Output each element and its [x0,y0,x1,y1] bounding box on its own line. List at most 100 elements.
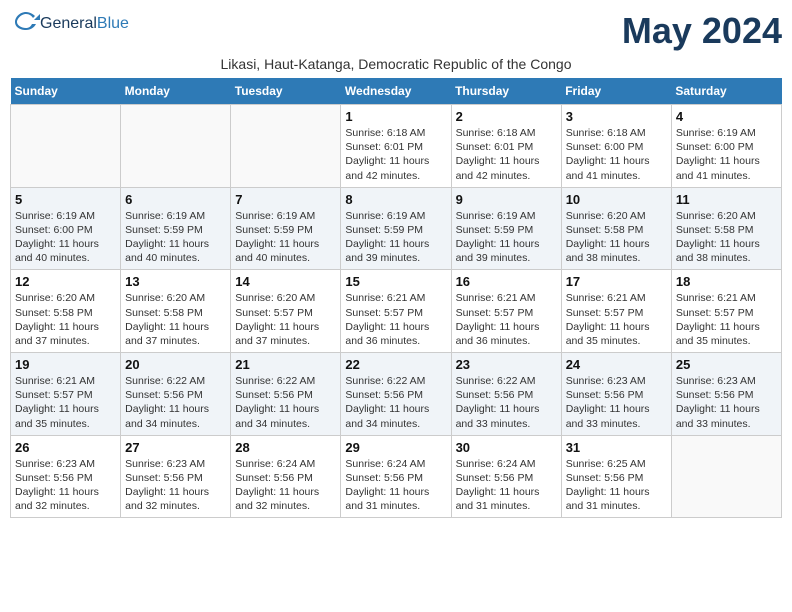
day-number: 24 [566,357,667,372]
header-row: SundayMondayTuesdayWednesdayThursdayFrid… [11,78,782,105]
day-info: Sunrise: 6:23 AM Sunset: 5:56 PM Dayligh… [15,457,116,514]
header: GeneralBlue May 2024 [10,10,782,52]
calendar-cell: 2 Sunrise: 6:18 AM Sunset: 6:01 PM Daylig… [451,105,561,188]
calendar-cell: 18 Sunrise: 6:21 AM Sunset: 5:57 PM Dayli… [671,270,781,353]
day-info: Sunrise: 6:24 AM Sunset: 5:56 PM Dayligh… [235,457,336,514]
day-number: 27 [125,440,226,455]
calendar-cell: 14 Sunrise: 6:20 AM Sunset: 5:57 PM Dayli… [231,270,341,353]
day-number: 21 [235,357,336,372]
day-info: Sunrise: 6:21 AM Sunset: 5:57 PM Dayligh… [456,291,557,348]
calendar-cell: 16 Sunrise: 6:21 AM Sunset: 5:57 PM Dayli… [451,270,561,353]
calendar-cell: 20 Sunrise: 6:22 AM Sunset: 5:56 PM Dayli… [121,353,231,436]
day-number: 6 [125,192,226,207]
day-info: Sunrise: 6:20 AM Sunset: 5:58 PM Dayligh… [125,291,226,348]
day-number: 17 [566,274,667,289]
day-info: Sunrise: 6:20 AM Sunset: 5:58 PM Dayligh… [676,209,777,266]
header-cell-sunday: Sunday [11,78,121,105]
calendar-cell: 6 Sunrise: 6:19 AM Sunset: 5:59 PM Daylig… [121,187,231,270]
day-number: 8 [345,192,446,207]
day-number: 23 [456,357,557,372]
logo-text: GeneralBlue [40,15,129,33]
day-info: Sunrise: 6:20 AM Sunset: 5:57 PM Dayligh… [235,291,336,348]
day-info: Sunrise: 6:24 AM Sunset: 5:56 PM Dayligh… [345,457,446,514]
calendar-cell: 1Sunrise: 6:18 AM Sunset: 6:01 PM Daylig… [341,105,451,188]
day-number: 28 [235,440,336,455]
calendar-cell [11,105,121,188]
calendar-cell: 7 Sunrise: 6:19 AM Sunset: 5:59 PM Daylig… [231,187,341,270]
week-row-2: 5 Sunrise: 6:19 AM Sunset: 6:00 PM Daylig… [11,187,782,270]
header-cell-saturday: Saturday [671,78,781,105]
week-row-3: 12 Sunrise: 6:20 AM Sunset: 5:58 PM Dayli… [11,270,782,353]
day-number: 30 [456,440,557,455]
calendar-cell: 27 Sunrise: 6:23 AM Sunset: 5:56 PM Dayli… [121,435,231,518]
calendar-cell [231,105,341,188]
day-info: Sunrise: 6:19 AM Sunset: 5:59 PM Dayligh… [235,209,336,266]
day-number: 18 [676,274,777,289]
calendar-cell [671,435,781,518]
day-info: Sunrise: 6:22 AM Sunset: 5:56 PM Dayligh… [345,374,446,431]
day-info: Sunrise: 6:19 AM Sunset: 5:59 PM Dayligh… [125,209,226,266]
day-number: 11 [676,192,777,207]
day-info: Sunrise: 6:21 AM Sunset: 5:57 PM Dayligh… [566,291,667,348]
day-number: 20 [125,357,226,372]
calendar-cell: 23Sunrise: 6:22 AM Sunset: 5:56 PM Dayli… [451,353,561,436]
day-number: 2 [456,109,557,124]
day-info: Sunrise: 6:20 AM Sunset: 5:58 PM Dayligh… [566,209,667,266]
day-info: Sunrise: 6:25 AM Sunset: 5:56 PM Dayligh… [566,457,667,514]
title-area: May 2024 [622,10,782,52]
day-info: Sunrise: 6:18 AM Sunset: 6:01 PM Dayligh… [345,126,446,183]
week-row-5: 26 Sunrise: 6:23 AM Sunset: 5:56 PM Dayli… [11,435,782,518]
header-cell-tuesday: Tuesday [231,78,341,105]
day-number: 14 [235,274,336,289]
day-info: Sunrise: 6:21 AM Sunset: 5:57 PM Dayligh… [676,291,777,348]
logo: GeneralBlue [10,10,129,37]
day-number: 5 [15,192,116,207]
day-number: 26 [15,440,116,455]
logo-icon [12,10,40,32]
header-cell-wednesday: Wednesday [341,78,451,105]
day-info: Sunrise: 6:19 AM Sunset: 6:00 PM Dayligh… [676,126,777,183]
calendar-cell: 13 Sunrise: 6:20 AM Sunset: 5:58 PM Dayli… [121,270,231,353]
calendar-cell: 8 Sunrise: 6:19 AM Sunset: 5:59 PM Daylig… [341,187,451,270]
calendar-cell: 26 Sunrise: 6:23 AM Sunset: 5:56 PM Dayli… [11,435,121,518]
day-info: Sunrise: 6:20 AM Sunset: 5:58 PM Dayligh… [15,291,116,348]
day-info: Sunrise: 6:23 AM Sunset: 5:56 PM Dayligh… [125,457,226,514]
calendar-cell: 11 Sunrise: 6:20 AM Sunset: 5:58 PM Dayli… [671,187,781,270]
day-number: 3 [566,109,667,124]
calendar-cell: 3Sunrise: 6:18 AM Sunset: 6:00 PM Daylig… [561,105,671,188]
week-row-1: 1Sunrise: 6:18 AM Sunset: 6:01 PM Daylig… [11,105,782,188]
calendar-cell: 12 Sunrise: 6:20 AM Sunset: 5:58 PM Dayli… [11,270,121,353]
day-info: Sunrise: 6:24 AM Sunset: 5:56 PM Dayligh… [456,457,557,514]
day-number: 15 [345,274,446,289]
day-info: Sunrise: 6:22 AM Sunset: 5:56 PM Dayligh… [125,374,226,431]
day-number: 16 [456,274,557,289]
day-number: 7 [235,192,336,207]
calendar-cell: 24Sunrise: 6:23 AM Sunset: 5:56 PM Dayli… [561,353,671,436]
calendar-cell: 9Sunrise: 6:19 AM Sunset: 5:59 PM Daylig… [451,187,561,270]
calendar-cell: 17 Sunrise: 6:21 AM Sunset: 5:57 PM Dayli… [561,270,671,353]
calendar-cell: 28 Sunrise: 6:24 AM Sunset: 5:56 PM Dayli… [231,435,341,518]
day-number: 19 [15,357,116,372]
day-number: 13 [125,274,226,289]
calendar-cell: 15 Sunrise: 6:21 AM Sunset: 5:57 PM Dayli… [341,270,451,353]
day-info: Sunrise: 6:21 AM Sunset: 5:57 PM Dayligh… [345,291,446,348]
calendar-cell: 5 Sunrise: 6:19 AM Sunset: 6:00 PM Daylig… [11,187,121,270]
calendar-cell: 10Sunrise: 6:20 AM Sunset: 5:58 PM Dayli… [561,187,671,270]
calendar-cell: 31 Sunrise: 6:25 AM Sunset: 5:56 PM Dayli… [561,435,671,518]
day-number: 25 [676,357,777,372]
day-info: Sunrise: 6:19 AM Sunset: 6:00 PM Dayligh… [15,209,116,266]
day-info: Sunrise: 6:19 AM Sunset: 5:59 PM Dayligh… [456,209,557,266]
header-cell-friday: Friday [561,78,671,105]
day-info: Sunrise: 6:22 AM Sunset: 5:56 PM Dayligh… [235,374,336,431]
calendar-cell [121,105,231,188]
day-number: 4 [676,109,777,124]
calendar-cell: 30 Sunrise: 6:24 AM Sunset: 5:56 PM Dayli… [451,435,561,518]
calendar-cell: 25 Sunrise: 6:23 AM Sunset: 5:56 PM Dayli… [671,353,781,436]
calendar-table: SundayMondayTuesdayWednesdayThursdayFrid… [10,78,782,518]
day-info: Sunrise: 6:23 AM Sunset: 5:56 PM Dayligh… [676,374,777,431]
day-info: Sunrise: 6:21 AM Sunset: 5:57 PM Dayligh… [15,374,116,431]
day-info: Sunrise: 6:18 AM Sunset: 6:01 PM Dayligh… [456,126,557,183]
day-number: 12 [15,274,116,289]
day-number: 31 [566,440,667,455]
day-info: Sunrise: 6:19 AM Sunset: 5:59 PM Dayligh… [345,209,446,266]
